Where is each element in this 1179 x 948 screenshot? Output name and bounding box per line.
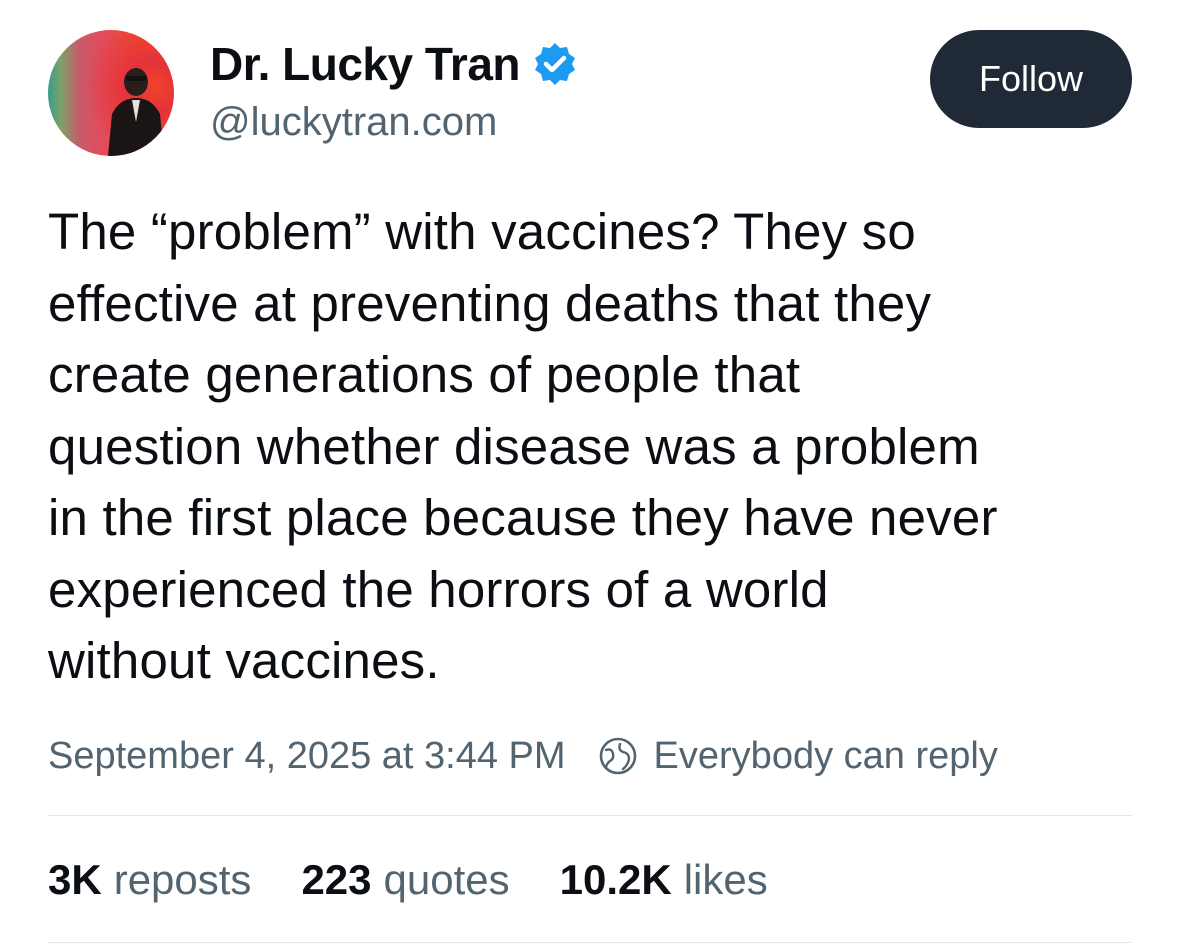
likes-count: 10.2K bbox=[559, 856, 672, 903]
globe-icon bbox=[598, 736, 638, 776]
post-meta: September 4, 2025 at 3:44 PM Everybody c… bbox=[48, 728, 998, 784]
verified-badge-icon bbox=[532, 41, 578, 87]
engagement-stats: 3K reposts 223 quotes 10.2K likes bbox=[48, 850, 818, 910]
avatar[interactable] bbox=[48, 30, 174, 156]
person-silhouette-icon bbox=[108, 68, 164, 156]
divider bbox=[48, 942, 1132, 943]
likes-label: likes bbox=[683, 856, 768, 903]
reposts-count: 3K bbox=[48, 856, 102, 903]
reposts-stat[interactable]: 3K reposts bbox=[48, 856, 251, 904]
follow-button[interactable]: Follow bbox=[930, 30, 1132, 128]
reply-setting-label: Everybody can reply bbox=[653, 734, 998, 777]
quotes-count: 223 bbox=[301, 856, 372, 903]
divider bbox=[48, 815, 1132, 816]
likes-stat[interactable]: 10.2K likes bbox=[560, 856, 768, 904]
author-display-name[interactable]: Dr. Lucky Tran bbox=[210, 37, 521, 91]
post-timestamp[interactable]: September 4, 2025 at 3:44 PM bbox=[48, 735, 566, 778]
post-text: The “problem” with vaccines? They so eff… bbox=[48, 203, 998, 689]
author-handle[interactable]: @luckytran.com bbox=[210, 100, 497, 145]
reply-setting: Everybody can reply bbox=[598, 735, 998, 778]
author-name-row: Dr. Lucky Tran bbox=[210, 36, 578, 92]
post-header: Dr. Lucky Tran @luckytran.com Follow bbox=[48, 30, 1132, 160]
quotes-label: quotes bbox=[383, 856, 510, 903]
quotes-stat[interactable]: 223 quotes bbox=[301, 856, 509, 904]
post-detail: Dr. Lucky Tran @luckytran.com Follow The… bbox=[0, 0, 1179, 948]
reposts-label: reposts bbox=[113, 856, 252, 903]
